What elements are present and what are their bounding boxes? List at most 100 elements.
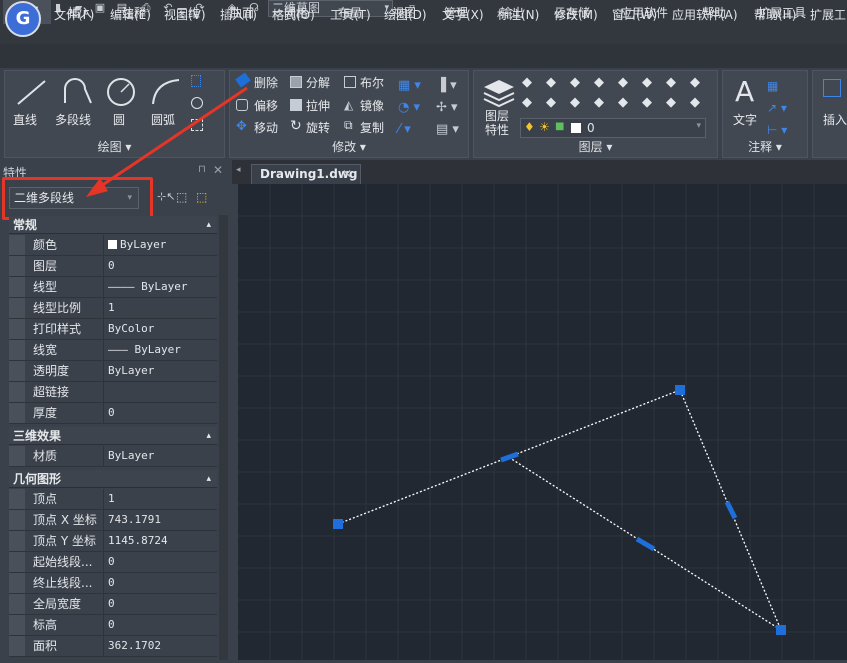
property-row[interactable]: 线型 ———— ByLayer — [9, 277, 217, 298]
explode-button[interactable]: 分解 — [306, 74, 330, 91]
property-value[interactable]: 1 — [108, 489, 115, 509]
property-row[interactable]: 厚度 0 — [9, 403, 217, 424]
ribbon-tab[interactable]: 扩展工具 — [758, 4, 806, 21]
ribbon-tab[interactable]: 视图 — [392, 4, 416, 21]
annotation-panel-title[interactable]: 注释 ▾ — [723, 138, 807, 155]
property-value[interactable]: 0 — [108, 552, 115, 572]
vertex-grip[interactable] — [776, 625, 786, 635]
midpoint-grip[interactable] — [500, 451, 519, 463]
ribbon-tab[interactable]: 应用软件 — [620, 4, 668, 21]
align-icons[interactable]: ▐ ▾ ✢ ▾ ▤ ▾ — [436, 75, 459, 141]
ellipse-icon[interactable] — [191, 97, 203, 109]
property-value[interactable]: ———— ByLayer — [108, 277, 187, 297]
line-button[interactable]: 直线 — [13, 111, 37, 128]
annotation-tools-icons[interactable]: ▦ ↗ ▾ ⊢ ▾ — [767, 75, 787, 141]
arc-button[interactable]: 圆弧 — [151, 111, 175, 128]
text-button[interactable]: 文字 — [733, 111, 757, 128]
property-value[interactable]: 1145.8724 — [108, 531, 168, 551]
property-row[interactable]: 颜色 ByLayer — [9, 235, 217, 256]
layer-properties-button[interactable]: 图层 特性 — [485, 109, 509, 137]
collapse-icon[interactable]: ▴ — [206, 427, 211, 445]
property-value[interactable]: 743.1791 — [108, 510, 161, 530]
move-button[interactable]: 移动 — [254, 119, 278, 136]
layer-panel-title[interactable]: 图层 ▾ — [474, 138, 717, 155]
erase-button[interactable]: 删除 — [254, 74, 278, 91]
property-value[interactable]: 1 — [108, 298, 115, 318]
property-row[interactable]: 打印样式 ByColor — [9, 319, 217, 340]
property-value[interactable]: ByLayer — [108, 446, 154, 466]
property-value[interactable]: ByColor — [108, 319, 154, 339]
tab-scroll-left-icon[interactable]: ◂ — [236, 165, 241, 175]
close-tab-icon[interactable]: ✕ — [342, 165, 352, 183]
circle-button[interactable]: 圆 — [113, 111, 125, 128]
boolean-button[interactable]: 布尔 — [360, 74, 384, 91]
ribbon-tab[interactable]: 注释 — [122, 4, 146, 21]
property-section-header[interactable]: 几何图形 ▴ — [9, 470, 217, 488]
rectangle-icon[interactable] — [191, 75, 201, 87]
vertex-grip[interactable] — [675, 385, 685, 395]
pin-icon[interactable]: ⊓ — [198, 164, 206, 175]
property-row[interactable]: 线型比例 1 — [9, 298, 217, 319]
property-row[interactable]: 透明度 ByLayer — [9, 361, 217, 382]
property-row[interactable]: 图层 0 — [9, 256, 217, 277]
ribbon-tab[interactable]: 云存储 — [554, 4, 590, 21]
quick-select-icon[interactable]: ⬚ — [196, 190, 207, 204]
property-row[interactable]: 线宽 ——— ByLayer — [9, 340, 217, 361]
property-value[interactable]: ByLayer — [108, 361, 154, 381]
toggle-pickadd-icon[interactable]: ⊹↖ — [157, 190, 175, 203]
property-value[interactable]: 362.1702 — [108, 636, 161, 656]
ribbon-tab[interactable]: 曲面 — [230, 4, 254, 21]
property-value[interactable]: 0 — [108, 594, 115, 614]
polyline-button[interactable]: 多段线 — [55, 111, 91, 128]
ribbon-tab[interactable]: 管理 — [444, 4, 468, 21]
property-row[interactable]: 起始线段... 0 — [9, 552, 217, 573]
property-value[interactable]: ——— ByLayer — [108, 340, 181, 360]
copy-button[interactable]: 复制 — [360, 119, 384, 136]
drawing-canvas[interactable] — [238, 184, 847, 660]
close-icon[interactable]: ✕ — [213, 163, 223, 177]
layer-dropdown[interactable]: ♦ ☀ ■ 0 ▾ — [520, 118, 706, 138]
property-section-header[interactable]: 常规 ▴ — [9, 216, 217, 234]
property-row[interactable]: 全局宽度 0 — [9, 594, 217, 615]
ribbon-tab[interactable]: 布局 — [338, 4, 362, 21]
property-row[interactable]: 面积 362.1702 — [9, 636, 217, 657]
property-value[interactable]: 0 — [108, 403, 115, 423]
property-row[interactable]: 顶点 1 — [9, 489, 217, 510]
property-value[interactable]: 0 — [108, 573, 115, 593]
hatch-icon[interactable] — [191, 119, 203, 131]
ribbon-tab[interactable]: 帮助 — [702, 4, 726, 21]
document-tab[interactable]: Drawing1.dwg ✕ — [251, 164, 361, 184]
layer-tools-icons[interactable]: ◆◆◆◆◆◆◆◆ ◆◆◆◆◆◆◆◆ — [522, 73, 712, 113]
property-section-header[interactable]: 三维效果 ▴ — [9, 427, 217, 445]
vertex-grip[interactable] — [333, 519, 343, 529]
draw-panel-title[interactable]: 绘图 ▾ — [5, 138, 224, 155]
mirror-button[interactable]: 镜像 — [360, 97, 384, 114]
select-objects-icon[interactable]: ⬚ — [176, 190, 187, 204]
collapse-icon[interactable]: ▴ — [206, 216, 211, 234]
properties-scrollbar[interactable] — [219, 215, 228, 660]
stretch-button[interactable]: 拉伸 — [306, 97, 330, 114]
property-value[interactable]: ByLayer — [108, 235, 166, 255]
save-icon[interactable]: ▣ — [94, 2, 106, 14]
array-icons[interactable]: ▦ ▾ ◔ ▾ ⁄ ▾ — [398, 75, 421, 141]
ribbon-tab[interactable]: 三维 — [176, 4, 200, 21]
property-row[interactable]: 顶点 X 坐标 743.1791 — [9, 510, 217, 531]
property-row[interactable]: 终止线段... 0 — [9, 573, 217, 594]
property-row[interactable]: 材质 ByLayer — [9, 446, 217, 467]
ribbon-tab[interactable]: 插入 — [68, 4, 92, 21]
property-row[interactable]: 顶点 Y 坐标 1145.8724 — [9, 531, 217, 552]
rotate-button[interactable]: 旋转 — [306, 119, 330, 136]
ribbon-tab[interactable]: 输出 — [500, 4, 524, 21]
menu-item[interactable]: 扩展工 — [810, 6, 846, 23]
midpoint-grip[interactable] — [635, 536, 656, 552]
ribbon-tab[interactable]: 网格 — [284, 4, 308, 21]
app-logo[interactable]: G — [5, 1, 41, 37]
collapse-icon[interactable]: ▴ — [206, 470, 211, 488]
property-row[interactable]: 超链接 — [9, 382, 217, 403]
property-value[interactable]: 0 — [108, 256, 115, 276]
insert-button[interactable]: 插入 — [823, 111, 847, 128]
property-row[interactable]: 标高 0 — [9, 615, 217, 636]
selected-polyline[interactable] — [337, 389, 783, 632]
modify-panel-title[interactable]: 修改 ▾ — [230, 138, 468, 155]
offset-button[interactable]: 偏移 — [254, 97, 278, 114]
